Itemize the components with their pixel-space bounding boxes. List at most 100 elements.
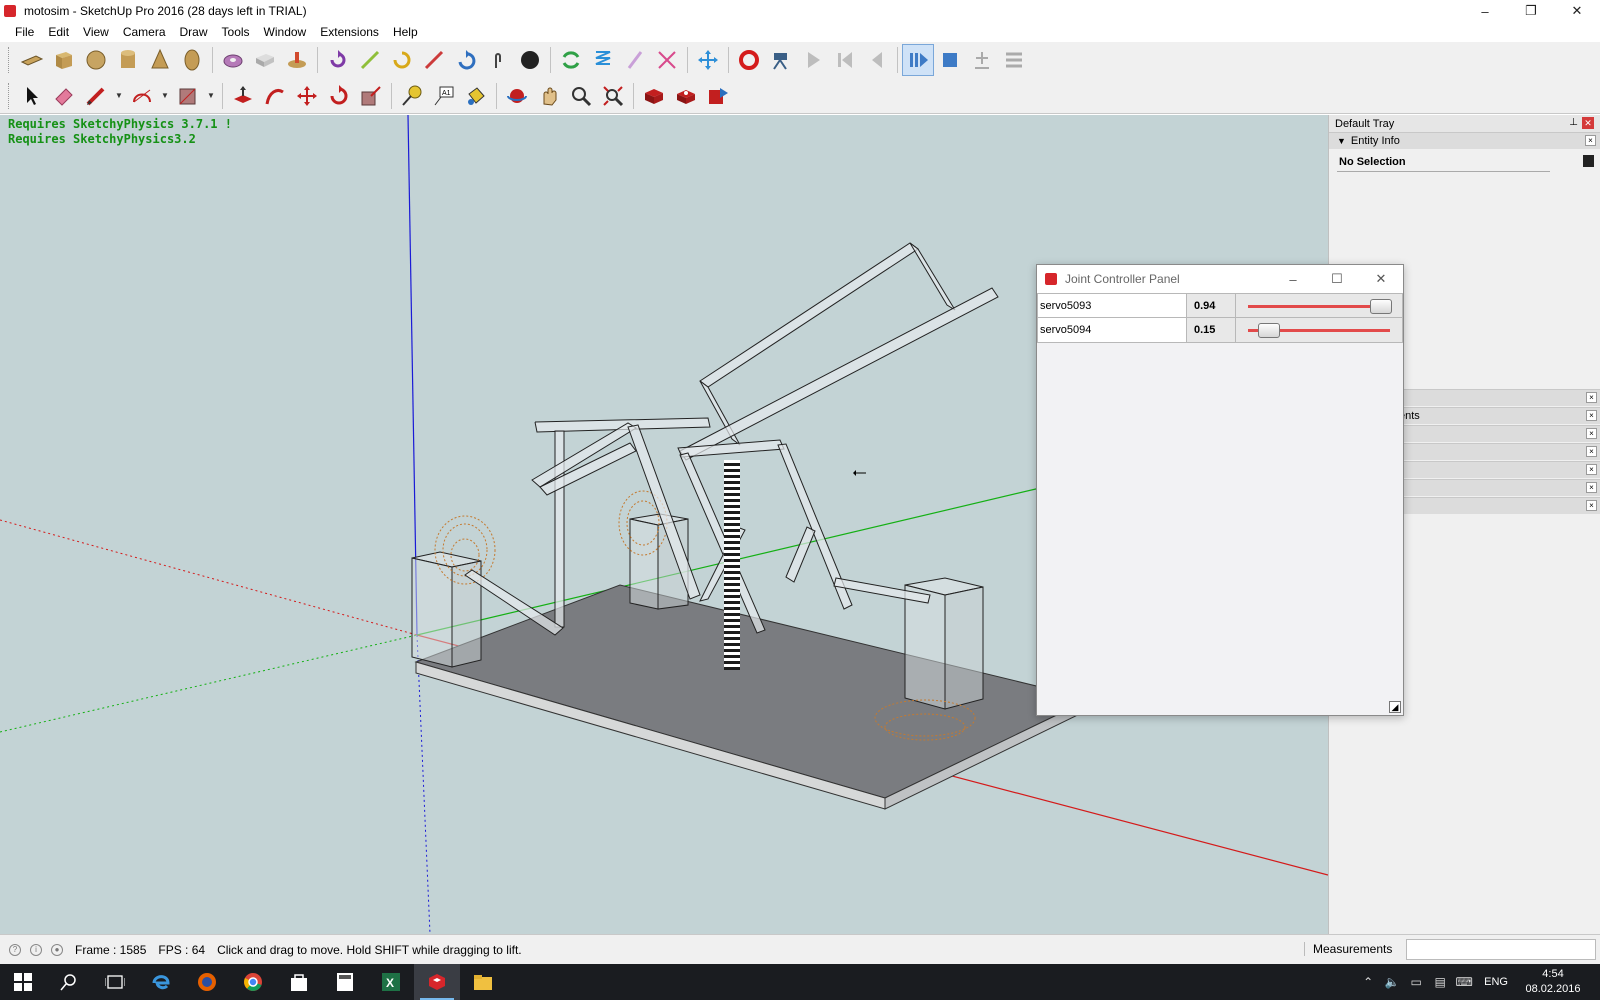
tape-measure-icon[interactable] xyxy=(396,80,428,112)
move-arrows-icon[interactable] xyxy=(692,44,724,76)
share-model-icon[interactable] xyxy=(670,80,702,112)
user-account-icon[interactable]: ● xyxy=(51,943,63,956)
slider-thumb[interactable] xyxy=(1258,323,1281,338)
network-icon[interactable]: ▭ xyxy=(1404,975,1428,989)
chevron-down-icon[interactable]: ▼ xyxy=(158,80,172,112)
push-pull-icon[interactable] xyxy=(227,80,259,112)
excel-button[interactable]: X xyxy=(368,964,414,1000)
toolbar-grip[interactable] xyxy=(8,47,12,73)
gear-joint-icon[interactable] xyxy=(555,44,587,76)
pan-hand-icon[interactable] xyxy=(533,80,565,112)
extension-warehouse-icon[interactable] xyxy=(702,80,734,112)
board-icon[interactable] xyxy=(16,44,48,76)
notifications-icon[interactable]: ▤ xyxy=(1428,975,1452,989)
minimize-button[interactable]: – xyxy=(1462,0,1508,22)
camera-tripod-icon[interactable] xyxy=(765,44,797,76)
menu-file[interactable]: File xyxy=(8,25,41,39)
joint-panel-minimize-button[interactable]: – xyxy=(1271,265,1315,293)
pencil-icon[interactable] xyxy=(80,80,112,112)
joint-slider[interactable] xyxy=(1236,294,1402,317)
chrome-button[interactable] xyxy=(230,964,276,1000)
file-explorer-button[interactable] xyxy=(460,964,506,1000)
start-button[interactable] xyxy=(0,964,46,1000)
chevron-down-icon[interactable]: ▼ xyxy=(112,80,126,112)
rectangle-icon[interactable] xyxy=(172,80,204,112)
chamfer-box-icon[interactable] xyxy=(249,44,281,76)
cone-icon[interactable] xyxy=(144,44,176,76)
toolbar-grip[interactable] xyxy=(8,82,12,109)
joint-slider[interactable] xyxy=(1236,318,1402,342)
pin-icon[interactable]: ⊥ xyxy=(1569,117,1578,128)
3d-warehouse-icon[interactable] xyxy=(638,80,670,112)
motor-icon[interactable] xyxy=(450,44,482,76)
menu-window[interactable]: Window xyxy=(257,25,314,39)
task-view-button[interactable] xyxy=(92,964,138,1000)
ball-joint-icon[interactable] xyxy=(514,44,546,76)
credits-icon[interactable]: i xyxy=(30,943,42,956)
menu-extensions[interactable]: Extensions xyxy=(313,25,386,39)
entity-info-header[interactable]: ▼ Entity Info × xyxy=(1329,132,1600,149)
collapse-arrow-icon[interactable]: ▼ xyxy=(1337,136,1346,146)
zoom-extents-icon[interactable] xyxy=(597,80,629,112)
zoom-icon[interactable] xyxy=(565,80,597,112)
input-language[interactable]: ENG xyxy=(1484,976,1508,988)
rotate-icon[interactable] xyxy=(323,80,355,112)
calculator-button[interactable] xyxy=(322,964,368,1000)
spring-icon[interactable] xyxy=(587,44,619,76)
geo-location-icon[interactable]: ? xyxy=(9,943,21,956)
measurements-input[interactable] xyxy=(1406,939,1596,960)
slider-joint-icon[interactable] xyxy=(354,44,386,76)
add-row-icon[interactable] xyxy=(966,44,998,76)
follow-me-icon[interactable] xyxy=(259,80,291,112)
record-icon[interactable] xyxy=(733,44,765,76)
list-icon[interactable] xyxy=(998,44,1030,76)
hinge-icon[interactable] xyxy=(322,44,354,76)
firefox-button[interactable] xyxy=(184,964,230,1000)
menu-edit[interactable]: Edit xyxy=(41,25,76,39)
resize-grip-icon[interactable]: ◢ xyxy=(1389,701,1401,713)
joint-panel-maximize-button[interactable]: ☐ xyxy=(1315,265,1359,293)
show-hidden-icons-icon[interactable]: ⌃ xyxy=(1356,975,1380,989)
entity-info-close-icon[interactable]: × xyxy=(1585,135,1596,146)
select-arrow-icon[interactable] xyxy=(16,80,48,112)
slider-thumb[interactable] xyxy=(1370,299,1393,314)
menu-draw[interactable]: Draw xyxy=(173,25,215,39)
close-icon[interactable]: × xyxy=(1586,392,1597,403)
step-back-icon[interactable] xyxy=(861,44,893,76)
close-button[interactable]: ✕ xyxy=(1554,0,1600,22)
text-label-icon[interactable]: A1 xyxy=(428,80,460,112)
capsule-icon[interactable] xyxy=(176,44,208,76)
orbit-icon[interactable] xyxy=(501,80,533,112)
clock[interactable]: 4:54 08.02.2016 xyxy=(1516,967,1590,997)
restore-button[interactable]: ❐ xyxy=(1508,0,1554,22)
menu-help[interactable]: Help xyxy=(386,25,425,39)
menu-view[interactable]: View xyxy=(76,25,116,39)
keyboard-icon[interactable]: ⌨ xyxy=(1452,975,1476,989)
store-button[interactable] xyxy=(276,964,322,1000)
stop-icon[interactable] xyxy=(934,44,966,76)
search-button[interactable] xyxy=(46,964,92,1000)
play-icon[interactable] xyxy=(797,44,829,76)
torus-icon[interactable] xyxy=(217,44,249,76)
eraser-icon[interactable] xyxy=(48,80,80,112)
tray-close-button[interactable]: ✕ xyxy=(1582,117,1594,129)
close-icon[interactable]: × xyxy=(1586,410,1597,421)
touch-icon[interactable] xyxy=(482,44,514,76)
move-icon[interactable] xyxy=(291,80,323,112)
paint-bucket-icon[interactable] xyxy=(460,80,492,112)
rewind-icon[interactable] xyxy=(829,44,861,76)
sphere-icon[interactable] xyxy=(80,44,112,76)
box-icon[interactable] xyxy=(48,44,80,76)
piston-icon[interactable] xyxy=(418,44,450,76)
sketchup-taskbar-button[interactable] xyxy=(414,964,460,1000)
close-icon[interactable]: × xyxy=(1586,464,1597,475)
edge-browser-button[interactable] xyxy=(138,964,184,1000)
joint-panel-close-button[interactable]: ✕ xyxy=(1359,265,1403,293)
menu-tools[interactable]: Tools xyxy=(215,25,257,39)
close-icon[interactable]: × xyxy=(1586,500,1597,511)
close-icon[interactable]: × xyxy=(1586,446,1597,457)
slider-track[interactable] xyxy=(1248,305,1390,308)
entity-details-icon[interactable] xyxy=(1583,155,1594,167)
chevron-down-icon[interactable]: ▼ xyxy=(204,80,218,112)
wheel-icon[interactable] xyxy=(281,44,313,76)
